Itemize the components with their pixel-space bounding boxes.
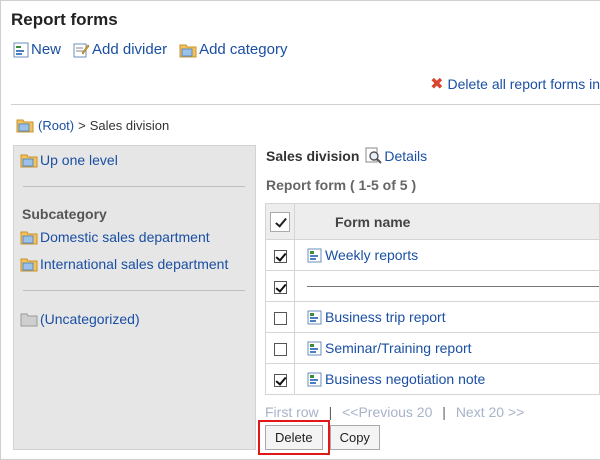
sidebar-divider bbox=[23, 290, 245, 291]
row-checkbox[interactable] bbox=[273, 342, 287, 356]
delete-button-highlight: Delete bbox=[258, 420, 330, 455]
toolbar: New Add divider Add category bbox=[13, 41, 299, 58]
row-checkbox[interactable] bbox=[273, 249, 287, 263]
form-name: Seminar/Training report bbox=[325, 340, 472, 356]
folder-icon bbox=[20, 258, 38, 271]
pager-next: Next 20 >> bbox=[455, 404, 525, 420]
new-form-icon bbox=[13, 42, 29, 57]
sidebar-item-label: International sales department bbox=[40, 256, 229, 272]
page-title: Report forms bbox=[11, 10, 118, 29]
form-name: Business trip report bbox=[325, 309, 446, 325]
select-all-checkbox[interactable] bbox=[270, 211, 290, 232]
row-checkbox-cell bbox=[265, 239, 295, 271]
row-checkbox-cell bbox=[265, 301, 295, 333]
breadcrumb-root-link[interactable]: (Root) bbox=[38, 118, 74, 133]
header-divider bbox=[11, 104, 600, 105]
table-row: Business negotiation note bbox=[265, 363, 600, 395]
table-row: Business trip report bbox=[265, 301, 600, 333]
action-buttons: Delete Copy bbox=[258, 420, 380, 455]
table-row bbox=[265, 270, 600, 302]
form-count: Report form ( 1-5 of 5 ) bbox=[266, 177, 417, 193]
form-link[interactable]: Business trip report bbox=[307, 309, 599, 325]
sidebar-divider bbox=[23, 186, 245, 187]
row-name-cell: Weekly reports bbox=[294, 239, 600, 271]
category-sidebar: Up one level Subcategory Domestic sales … bbox=[13, 145, 256, 450]
form-icon bbox=[307, 248, 322, 262]
select-all-cell bbox=[265, 203, 295, 240]
add-category-label: Add category bbox=[199, 41, 288, 58]
gray-folder-icon bbox=[20, 313, 38, 326]
new-label: New bbox=[31, 41, 62, 58]
form-link[interactable]: Weekly reports bbox=[307, 247, 599, 263]
row-checkbox-cell bbox=[265, 363, 295, 395]
pager-separator: | bbox=[442, 404, 446, 420]
pager-previous: <<Previous 20 bbox=[342, 404, 433, 420]
row-checkbox[interactable] bbox=[273, 280, 287, 294]
details-label: Details bbox=[384, 147, 428, 164]
table-row: Weekly reports bbox=[265, 239, 600, 271]
form-name-header: Form name bbox=[294, 203, 600, 240]
row-checkbox[interactable] bbox=[273, 311, 287, 325]
pager-first: First row bbox=[265, 404, 319, 420]
delete-button[interactable]: Delete bbox=[265, 425, 323, 450]
folder-icon bbox=[20, 231, 38, 244]
new-link[interactable]: New bbox=[13, 41, 61, 58]
form-name: Business negotiation note bbox=[325, 371, 486, 387]
divider-line bbox=[307, 285, 599, 287]
report-form-table: Form name Weekly reports Business trip r… bbox=[265, 203, 600, 395]
form-icon bbox=[307, 310, 322, 324]
form-link[interactable]: Business negotiation note bbox=[307, 371, 599, 387]
row-name-cell: Seminar/Training report bbox=[294, 332, 600, 364]
sidebar-item-label: (Uncategorized) bbox=[40, 311, 140, 327]
add-category-link[interactable]: Add category bbox=[179, 41, 287, 58]
pencil-note-icon bbox=[73, 43, 90, 57]
add-divider-label: Add divider bbox=[92, 41, 168, 58]
folder-icon bbox=[16, 119, 34, 133]
up-one-level-link[interactable]: Up one level bbox=[20, 152, 118, 168]
sidebar-item-uncategorized[interactable]: (Uncategorized) bbox=[20, 311, 140, 327]
sidebar-item-label: Domestic sales department bbox=[40, 229, 210, 245]
delete-all-label: Delete all report forms in bbox=[447, 76, 600, 92]
row-checkbox[interactable] bbox=[273, 373, 287, 387]
copy-button[interactable]: Copy bbox=[329, 425, 380, 450]
sidebar-item-international-sales[interactable]: International sales department bbox=[20, 256, 228, 272]
subcategory-heading: Subcategory bbox=[22, 206, 107, 222]
table-header-row: Form name bbox=[265, 203, 600, 240]
form-icon bbox=[307, 341, 322, 355]
row-name-cell: Business negotiation note bbox=[294, 363, 600, 395]
folder-add-icon bbox=[179, 44, 197, 57]
magnifier-document-icon bbox=[365, 147, 383, 164]
category-header: Sales division Details bbox=[266, 147, 427, 164]
sidebar-item-domestic-sales[interactable]: Domestic sales department bbox=[20, 229, 210, 245]
delete-all-link[interactable]: ✖ Delete all report forms in bbox=[430, 74, 600, 94]
form-icon bbox=[307, 372, 322, 386]
row-divider-cell bbox=[294, 270, 600, 302]
row-checkbox-cell bbox=[265, 270, 295, 302]
form-link[interactable]: Seminar/Training report bbox=[307, 340, 599, 356]
pager: First row | <<Previous 20 | Next 20 >> bbox=[265, 404, 524, 420]
category-title: Sales division bbox=[266, 147, 360, 164]
delete-x-icon: ✖ bbox=[430, 76, 444, 93]
row-name-cell: Business trip report bbox=[294, 301, 600, 333]
add-divider-link[interactable]: Add divider bbox=[73, 41, 167, 58]
folder-up-icon bbox=[20, 154, 38, 167]
details-link[interactable]: Details bbox=[365, 147, 427, 164]
up-one-level-label: Up one level bbox=[40, 152, 118, 168]
row-checkbox-cell bbox=[265, 332, 295, 364]
form-name: Weekly reports bbox=[325, 247, 419, 263]
breadcrumb: (Root) > Sales division bbox=[16, 118, 169, 133]
breadcrumb-separator: > bbox=[78, 118, 86, 133]
pager-separator: | bbox=[328, 404, 333, 420]
breadcrumb-current: Sales division bbox=[89, 118, 170, 133]
table-row: Seminar/Training report bbox=[265, 332, 600, 364]
